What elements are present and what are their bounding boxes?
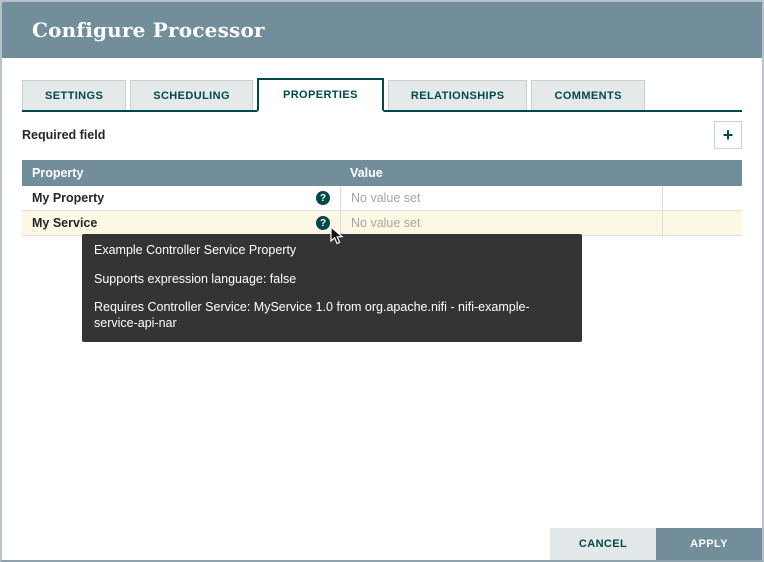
- properties-table: Property Value My Property No value set …: [22, 160, 742, 236]
- column-header-extra: [662, 160, 742, 186]
- tab-bar: SETTINGS SCHEDULING PROPERTIES RELATIONS…: [22, 78, 742, 112]
- table-row[interactable]: My Service No value set: [22, 211, 742, 236]
- property-value[interactable]: No value set: [351, 191, 420, 205]
- tab-scheduling[interactable]: SCHEDULING: [130, 80, 253, 110]
- cancel-button[interactable]: CANCEL: [550, 528, 656, 560]
- required-field-label: Required field: [22, 128, 105, 142]
- mouse-cursor-icon: [329, 226, 347, 251]
- apply-button[interactable]: APPLY: [656, 528, 762, 560]
- table-header-row: Property Value: [22, 160, 742, 186]
- question-circle-icon[interactable]: [316, 191, 330, 205]
- table-row[interactable]: My Property No value set: [22, 186, 742, 211]
- property-name: My Property: [32, 191, 316, 205]
- column-header-property: Property: [22, 160, 340, 186]
- tooltip-required-service: Requires Controller Service: MyService 1…: [94, 300, 570, 331]
- property-name: My Service: [32, 216, 316, 230]
- add-property-button[interactable]: [714, 121, 742, 149]
- tab-properties[interactable]: PROPERTIES: [257, 78, 384, 112]
- row-actions-cell: [662, 186, 742, 210]
- property-value[interactable]: No value set: [351, 216, 420, 230]
- dialog-footer: CANCEL APPLY: [550, 528, 762, 560]
- column-header-value: Value: [340, 160, 662, 186]
- tab-comments[interactable]: COMMENTS: [531, 80, 644, 110]
- tooltip-expression-language: Supports expression language: false: [94, 272, 570, 288]
- properties-toolbar: Required field: [22, 114, 742, 156]
- dialog-body: SETTINGS SCHEDULING PROPERTIES RELATIONS…: [2, 78, 762, 236]
- tab-settings[interactable]: SETTINGS: [22, 80, 126, 110]
- configure-processor-dialog: Configure Processor SETTINGS SCHEDULING …: [0, 0, 764, 562]
- row-actions-cell: [662, 211, 742, 235]
- question-circle-icon[interactable]: [316, 216, 330, 230]
- dialog-title: Configure Processor: [32, 18, 265, 42]
- tab-relationships[interactable]: RELATIONSHIPS: [388, 80, 528, 110]
- plus-icon: [723, 126, 734, 144]
- dialog-header: Configure Processor: [2, 2, 762, 58]
